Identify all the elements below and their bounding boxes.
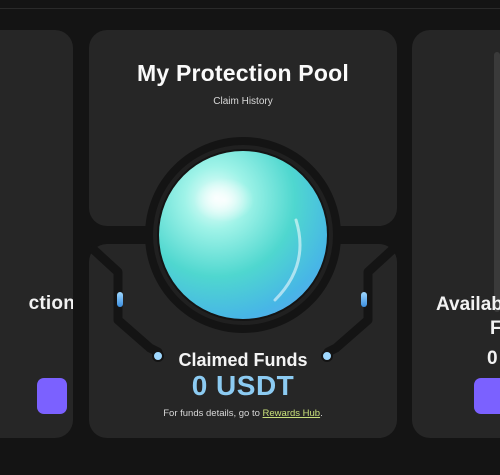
left-pin-light (117, 292, 123, 307)
details-prefix: For funds details, go to (163, 408, 263, 419)
claim-history-link[interactable]: Claim History (89, 96, 397, 107)
claimed-funds-amount: 0 USDT (191, 370, 295, 401)
page-title: My Protection Pool (137, 60, 349, 86)
rewards-hub-link[interactable]: Rewards Hub (263, 408, 321, 419)
details-suffix: . (320, 408, 323, 419)
right-pin-light (361, 292, 367, 307)
claimed-funds-label: Claimed Funds (178, 350, 308, 370)
funds-details-text: For funds details, go to Rewards Hub. (89, 408, 397, 419)
pool-orb (159, 151, 327, 319)
